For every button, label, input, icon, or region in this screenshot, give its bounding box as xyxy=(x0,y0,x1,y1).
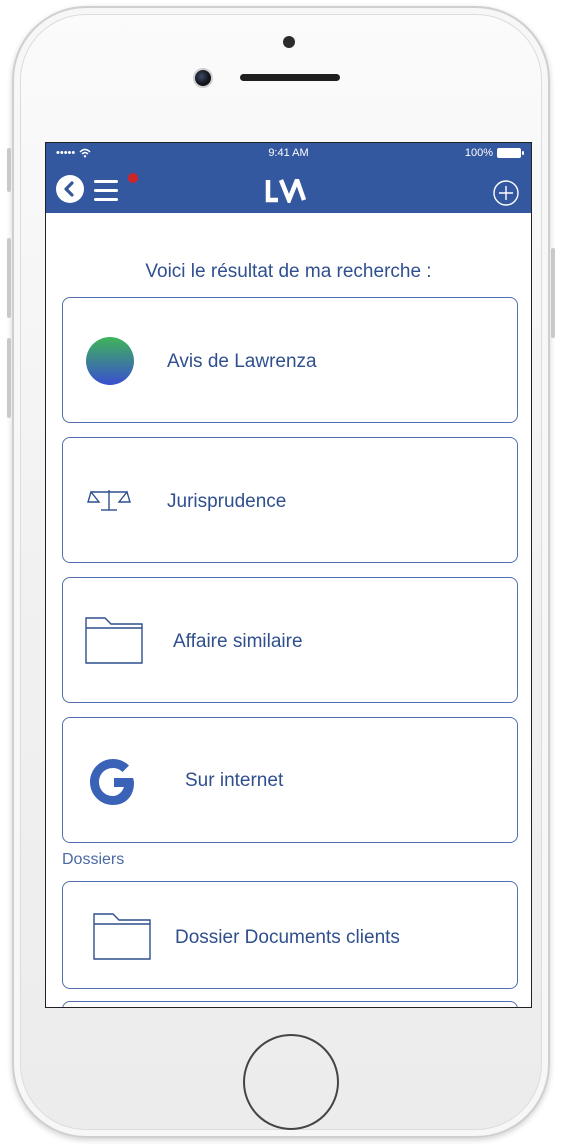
result-card-avis[interactable]: Avis de Lawrenza xyxy=(62,297,518,423)
result-card-jurisprudence[interactable]: Jurisprudence xyxy=(62,437,518,563)
front-sensor-icon xyxy=(283,36,295,48)
gradient-circle-icon xyxy=(86,337,134,385)
app-header: ••••• 9:41 AM 100% xyxy=(46,143,531,213)
front-camera-icon xyxy=(193,68,213,88)
mute-switch xyxy=(7,148,11,192)
battery-percent: 100% xyxy=(464,147,493,159)
hamburger-bar xyxy=(94,189,118,192)
home-button[interactable] xyxy=(243,1034,339,1130)
folder-label: Dossier Documents clients xyxy=(175,927,400,948)
plus-circle-icon xyxy=(493,180,519,206)
section-label-dossiers: Dossiers xyxy=(62,851,125,868)
folder-card-documents-clients[interactable]: Dossier Documents clients xyxy=(62,881,518,989)
folder-icon xyxy=(93,913,151,960)
status-time: 9:41 AM xyxy=(268,147,309,159)
hamburger-menu-icon xyxy=(94,180,118,183)
lawrenza-logo xyxy=(265,179,307,203)
phone-screen: ••••• 9:41 AM 100% Voici le résultat de … xyxy=(45,142,532,1008)
hamburger-bar xyxy=(94,198,118,201)
earpiece-speaker xyxy=(240,74,340,81)
menu-button[interactable] xyxy=(92,175,128,205)
status-battery: 100% xyxy=(464,147,524,159)
result-card-affaire[interactable]: Affaire similaire xyxy=(62,577,518,703)
device-frame-stage: ••••• 9:41 AM 100% Voici le résultat de … xyxy=(0,0,562,1144)
result-label: Avis de Lawrenza xyxy=(167,351,317,372)
back-button[interactable] xyxy=(56,175,84,203)
result-label: Sur internet xyxy=(185,770,284,791)
power-button xyxy=(551,248,555,338)
results-heading: Voici le résultat de ma recherche : xyxy=(145,261,432,282)
result-card-internet[interactable]: Sur internet xyxy=(62,717,518,843)
chevron-left-icon xyxy=(64,181,74,197)
folder-card-next[interactable] xyxy=(62,1001,518,1007)
add-button[interactable] xyxy=(491,178,521,208)
volume-down-button xyxy=(7,338,11,418)
result-label: Jurisprudence xyxy=(167,491,287,512)
battery-icon xyxy=(497,148,524,158)
scales-icon xyxy=(87,490,131,511)
volume-up-button xyxy=(7,238,11,318)
result-label: Affaire similaire xyxy=(173,631,303,652)
notification-badge xyxy=(128,173,138,183)
google-g-icon xyxy=(90,759,134,805)
folder-icon xyxy=(85,617,143,664)
